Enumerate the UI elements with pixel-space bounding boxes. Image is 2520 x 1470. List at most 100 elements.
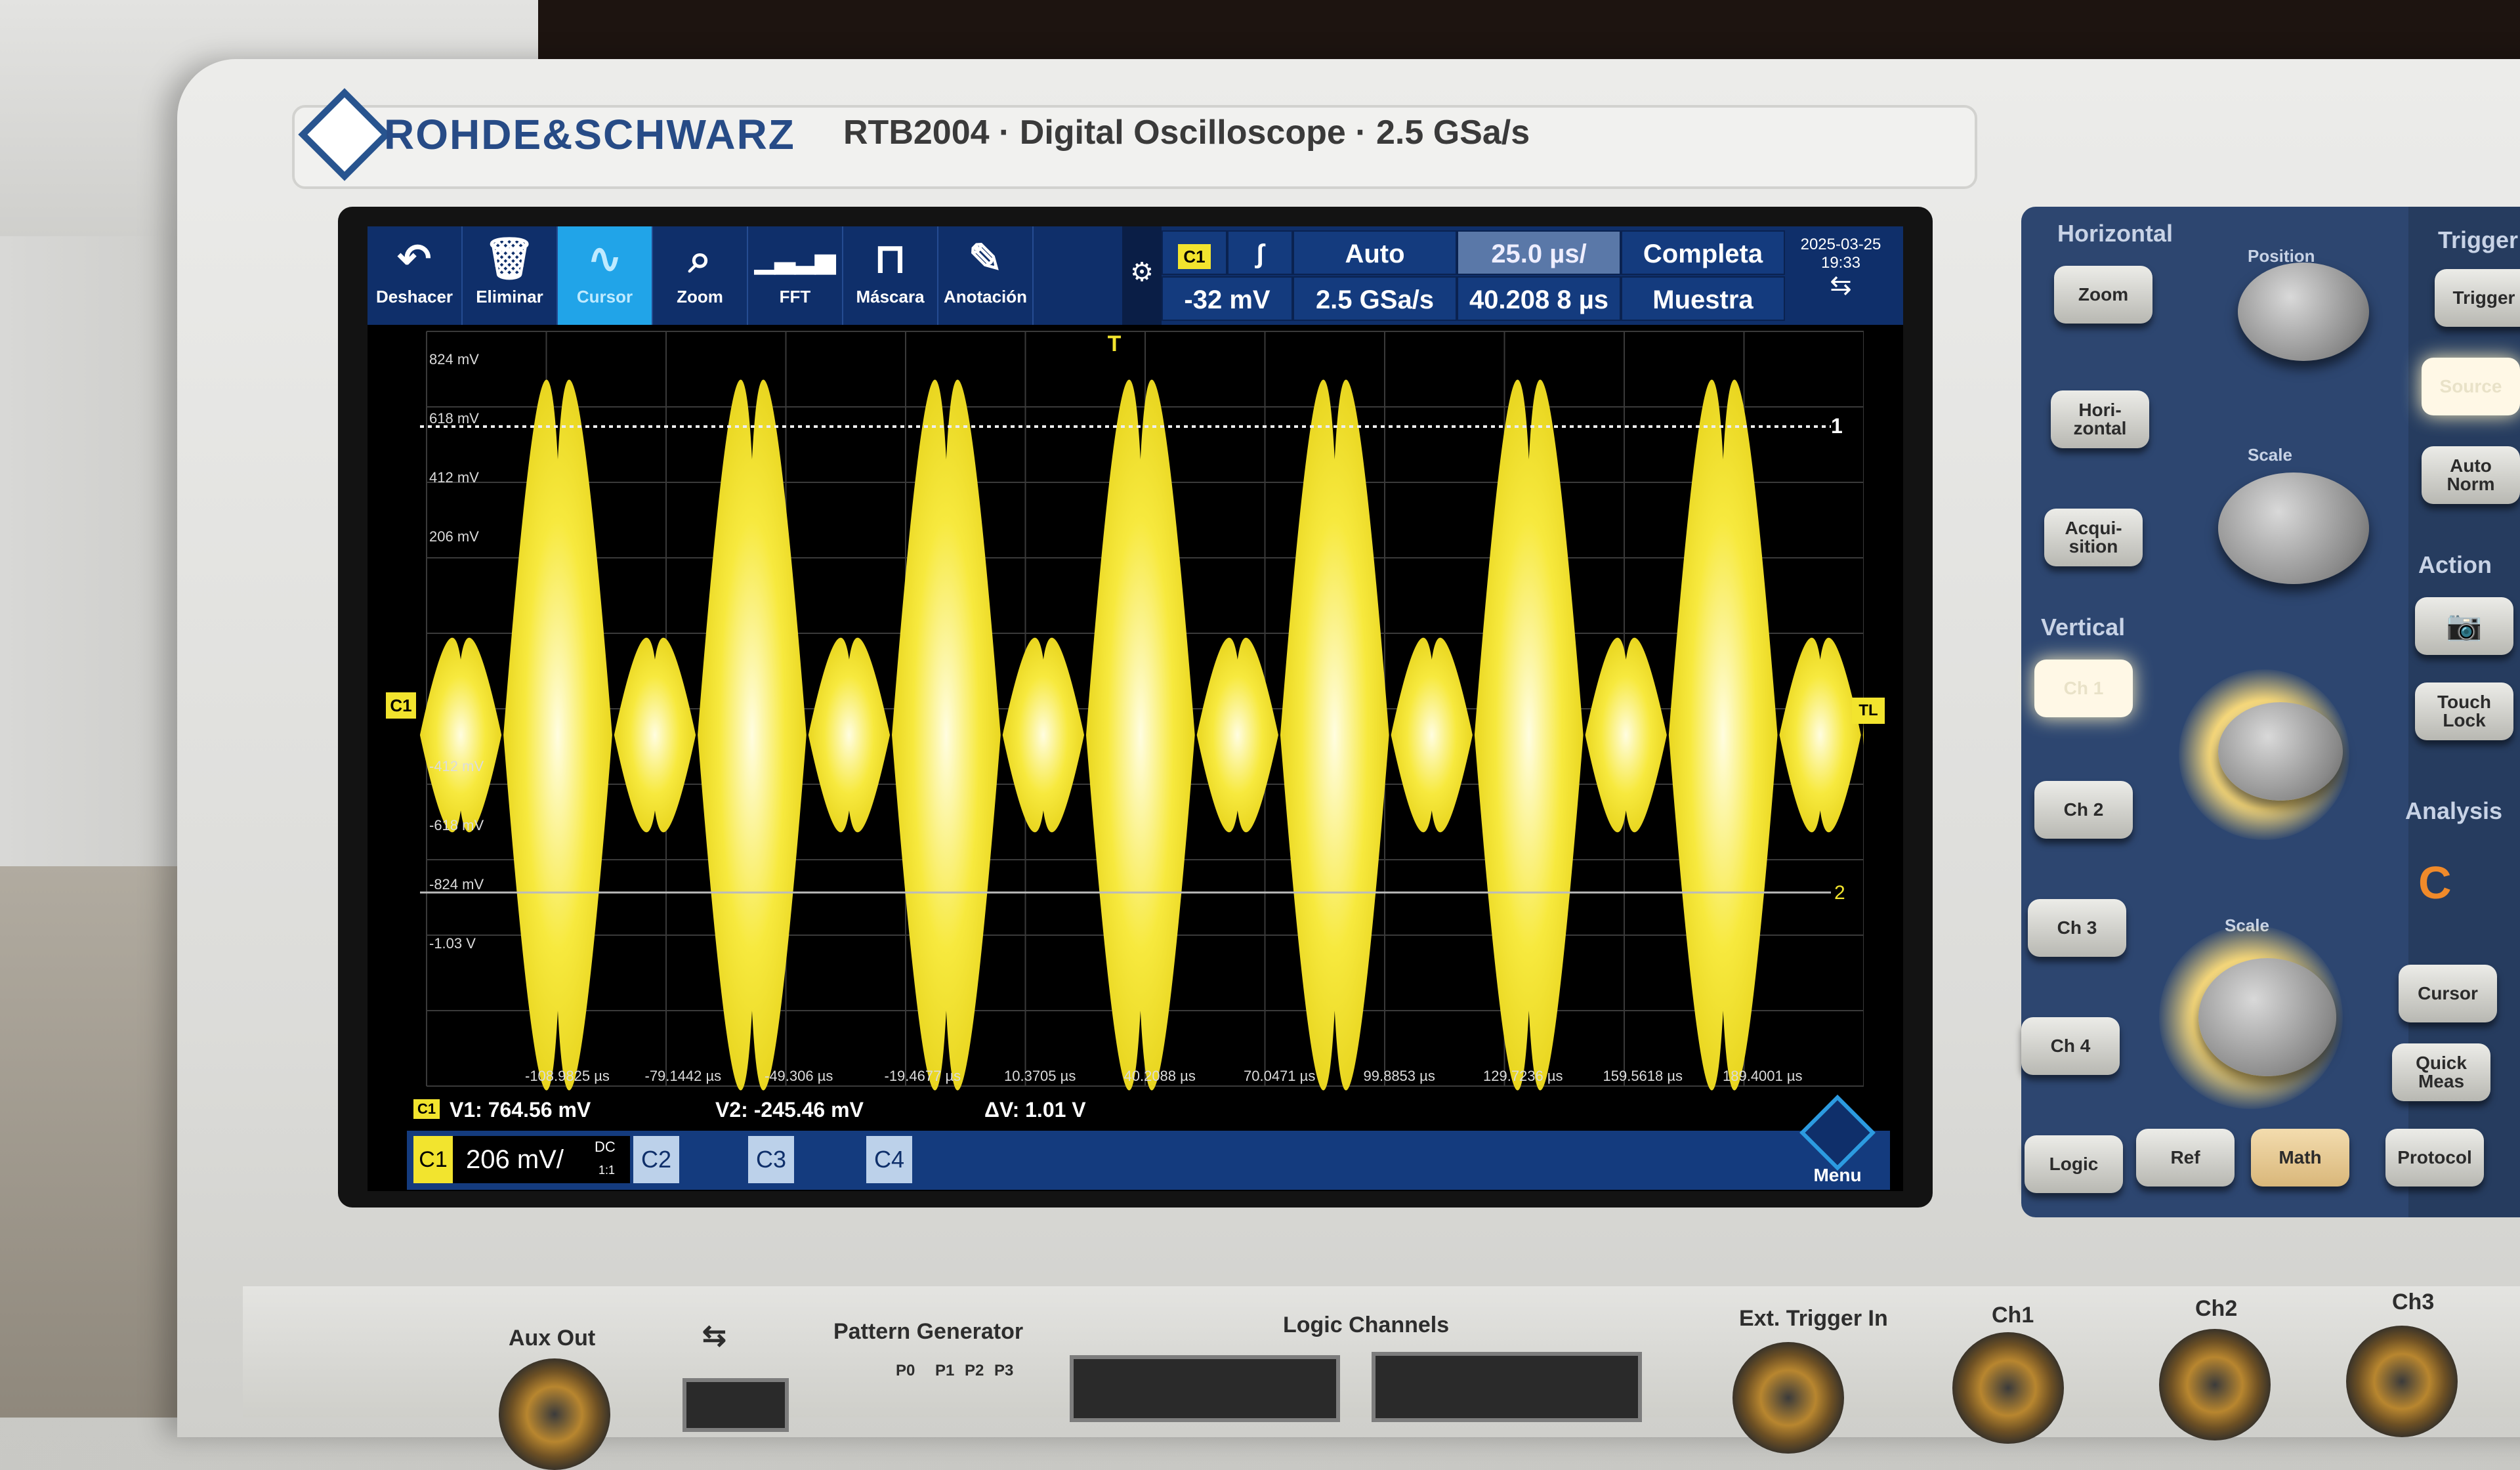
channel-1-marker[interactable]: C1	[386, 692, 416, 719]
cursor-button[interactable]: ∿ Cursor	[558, 226, 653, 325]
fft-button[interactable]: ▁▃▂▅ FFT	[748, 226, 843, 325]
ref-hw-button[interactable]: Ref	[2136, 1129, 2235, 1186]
waveform-svg: 1 2 T 824 mV 618 mV 412 mV 206 mV -412 mV -61…	[368, 331, 1903, 1091]
horizontal-hw-button[interactable]: Hori- zontal	[2051, 390, 2149, 448]
delete-button[interactable]: 🗑 Eliminar	[463, 226, 558, 325]
display-screen: ↶ Deshacer 🗑 Eliminar ∿ Cursor ⌕ Zoom ▁▃…	[368, 226, 1903, 1191]
annotation-button[interactable]: ✎ Anotación	[938, 226, 1034, 325]
cursor-measurements: C1 V1: 764.56 mV V2: -245.46 mV ΔV: 1.01…	[407, 1091, 1890, 1131]
undo-button[interactable]: ↶ Deshacer	[368, 226, 463, 325]
auto-norm-hw-button[interactable]: Auto Norm	[2422, 446, 2520, 504]
channel-1-coupling: DC	[595, 1139, 616, 1155]
trigger-level-marker[interactable]: TL	[1852, 698, 1885, 724]
x-tick-label: 70.0471 µs	[1244, 1068, 1315, 1084]
acquisition-mode[interactable]: Muestra	[1621, 276, 1785, 321]
trigger-level[interactable]: -32 mV	[1162, 276, 1293, 321]
y-tick-label: 824 mV	[429, 351, 479, 368]
ch2-hw-button[interactable]: Ch 2	[2034, 781, 2133, 839]
cursor-hw-button[interactable]: Cursor	[2399, 965, 2497, 1022]
zoom-button[interactable]: ⌕ Zoom	[653, 226, 748, 325]
timebase[interactable]: 25.0 µs/	[1457, 230, 1621, 275]
ext-trigger-label: Ext. Trigger In	[1739, 1306, 1888, 1331]
ch1-hw-button[interactable]: Ch 1	[2034, 660, 2133, 717]
waveform-lobe	[698, 379, 807, 1091]
camera-icon[interactable]: 📷	[2415, 597, 2513, 655]
trigger-slope[interactable]: ∫	[1227, 230, 1293, 275]
cursor-v1: V1: 764.56 mV	[450, 1098, 591, 1122]
waveform-lobe	[1280, 379, 1389, 1091]
trigger-section-label: Trigger	[2438, 226, 2519, 253]
x-tick-label: 99.8853 µs	[1364, 1068, 1435, 1084]
delete-label: Eliminar	[476, 287, 543, 306]
waveform-lobe	[1474, 379, 1584, 1091]
y-tick-label: -412 mV	[429, 758, 484, 774]
ext-trigger-connector[interactable]	[1732, 1342, 1844, 1454]
waveform-lobe	[503, 379, 612, 1091]
trigger-hw-button[interactable]: Trigger	[2435, 269, 2520, 327]
logic-connector-2[interactable]	[1372, 1352, 1642, 1422]
logic-connector-1[interactable]	[1070, 1355, 1340, 1422]
x-tick-label: -49.306 µs	[765, 1068, 833, 1084]
channel-4-tag[interactable]: C4	[866, 1136, 912, 1183]
cursor-2-label: 2	[1834, 882, 1845, 904]
x-tick-label: -108.9825 µs	[525, 1068, 610, 1084]
trigger-source-cell[interactable]: C1	[1162, 230, 1227, 275]
trigger-source: C1	[1178, 244, 1211, 269]
horizontal-section-label: Horizontal	[2057, 220, 2173, 247]
protocol-hw-button[interactable]: Protocol	[2385, 1129, 2484, 1186]
usb-port[interactable]	[682, 1378, 789, 1432]
undo-icon: ↶	[397, 236, 432, 282]
ch4-hw-button[interactable]: Ch 4	[2021, 1017, 2120, 1075]
ch1-input-connector[interactable]	[1952, 1332, 2064, 1444]
channel-3-tag[interactable]: C3	[748, 1136, 794, 1183]
toolbar: ↶ Deshacer 🗑 Eliminar ∿ Cursor ⌕ Zoom ▁▃…	[368, 226, 1122, 325]
quick-meas-hw-button[interactable]: Quick Meas	[2392, 1043, 2490, 1101]
menu-button[interactable]: Menu	[1798, 1095, 1877, 1191]
model-line: RTB2004 · Digital Oscilloscope · 2.5 GSa…	[843, 114, 1530, 152]
vertical-scale-knob[interactable]	[2198, 958, 2336, 1076]
horizontal-position[interactable]: 40.208 8 µs	[1457, 276, 1621, 321]
channel-bar: C1 206 mV/ DC 1:1 C2 C3 C4	[407, 1131, 1890, 1190]
channel-2-tag[interactable]: C2	[633, 1136, 679, 1183]
waveform-lobe	[419, 637, 502, 833]
logic-hw-button[interactable]: Logic	[2025, 1135, 2123, 1193]
mask-icon: ⊓	[874, 236, 906, 282]
undo-label: Deshacer	[375, 287, 453, 306]
ch3-hw-button[interactable]: Ch 3	[2028, 899, 2126, 957]
brand-name: ROHDE&SCHWARZ	[384, 111, 795, 158]
sample-rate[interactable]: 2.5 GSa/s	[1293, 276, 1457, 321]
math-hw-button[interactable]: Math	[2251, 1129, 2349, 1186]
ch2-input-connector[interactable]	[2159, 1329, 2271, 1440]
navigation-wheel-icon[interactable]: C	[2418, 856, 2452, 909]
aux-out-connector[interactable]	[499, 1358, 610, 1470]
mask-button[interactable]: ⊓ Máscara	[843, 226, 938, 325]
ch3-input-connector[interactable]	[2346, 1326, 2458, 1437]
channel-1-tag[interactable]: C1	[413, 1136, 453, 1183]
waveform-lobe	[1391, 637, 1473, 833]
zoom-hw-button[interactable]: Zoom	[2054, 266, 2152, 324]
annotation-label: Anotación	[943, 287, 1028, 306]
trigger-mode[interactable]: Auto	[1293, 230, 1457, 275]
acquisition-state[interactable]: Completa	[1621, 230, 1785, 275]
vertical-position-knob[interactable]	[2218, 702, 2343, 801]
horizontal-scale-knob[interactable]	[2218, 472, 2369, 584]
date: 2025-03-25	[1800, 236, 1881, 253]
waveform-display[interactable]: 1 2 T 824 mV 618 mV 412 mV 206 mV -412 mV -61…	[368, 325, 1903, 1099]
touch-lock-hw-button[interactable]: Touch Lock	[2415, 682, 2513, 740]
status-panel: C1 ∫ -32 mV Auto 2.5 GSa/s 25.0 µs/ 40.2…	[1162, 226, 1903, 325]
acquisition-hw-button[interactable]: Acqui- sition	[2044, 509, 2143, 566]
vertical-section-label: Vertical	[2041, 614, 2126, 640]
waveform-lobe	[1585, 637, 1667, 833]
pencil-icon: ✎	[968, 236, 1003, 282]
usb-icon: ⇆	[1830, 271, 1852, 300]
fft-spectrum-icon: ▁▃▂▅	[754, 245, 836, 274]
settings-gear-icon[interactable]: ⚙	[1122, 226, 1162, 325]
clock: 2025-03-25 19:33 ⇆	[1792, 236, 1890, 300]
x-tick-label: -79.1442 µs	[645, 1068, 722, 1084]
magnifier-icon: ⌕	[688, 236, 711, 282]
trash-icon: 🗑	[484, 236, 536, 282]
source-hw-button[interactable]: Source	[2422, 358, 2520, 415]
waveform-lobe	[1779, 637, 1861, 833]
mask-label: Máscara	[856, 287, 925, 306]
position-knob[interactable]	[2238, 262, 2369, 361]
